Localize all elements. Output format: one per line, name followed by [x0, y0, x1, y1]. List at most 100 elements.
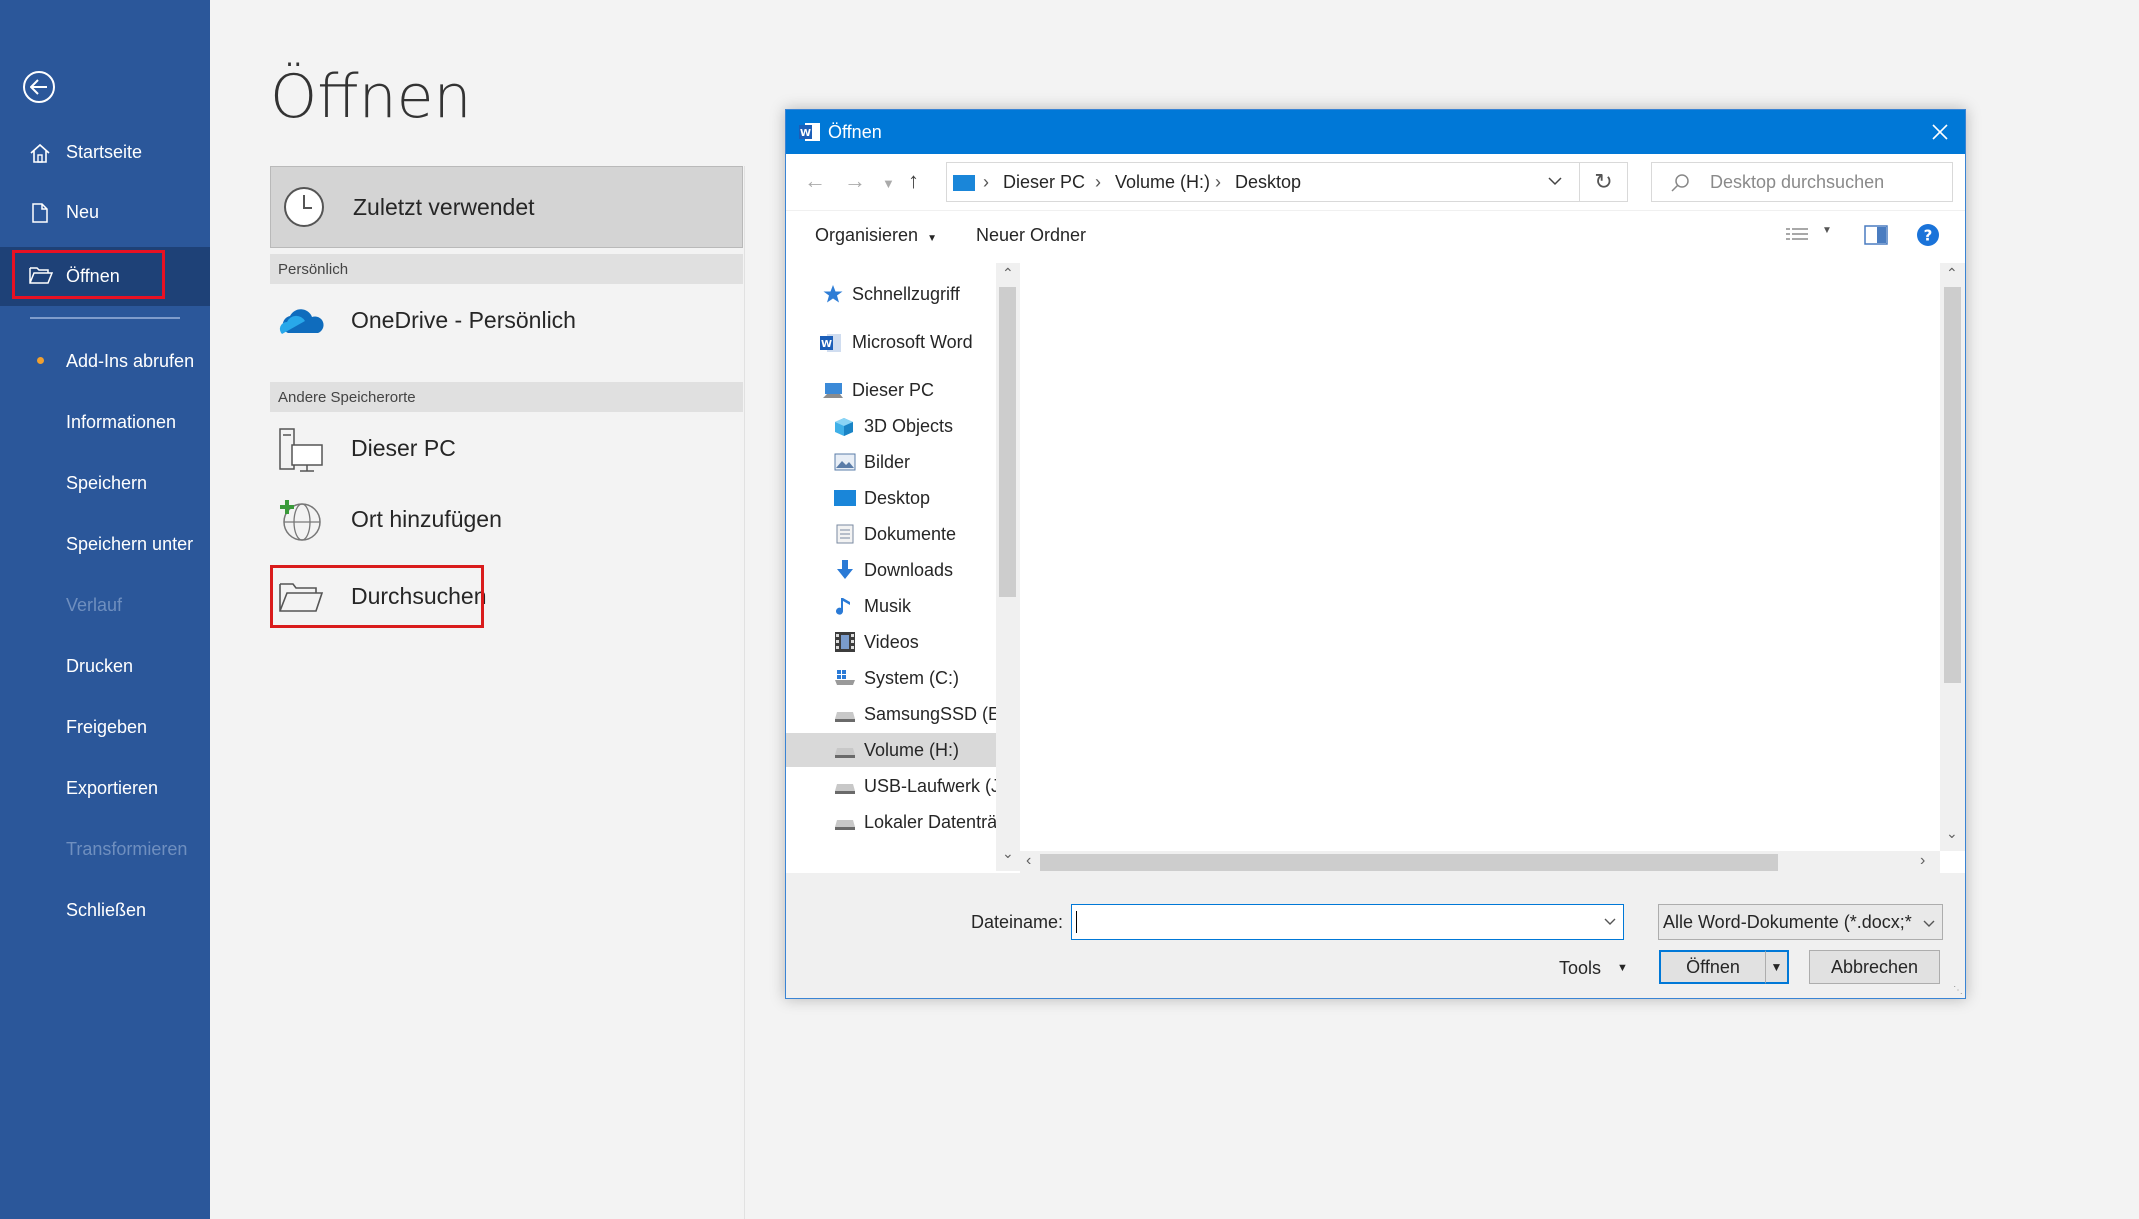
refresh-icon[interactable]: ↻	[1580, 162, 1628, 202]
home-icon	[29, 142, 51, 164]
recent-locations-chevron-icon[interactable]: ▼	[882, 176, 895, 191]
filetype-select[interactable]: Alle Word-Dokumente (*.docx;*	[1658, 904, 1943, 940]
sidebar-item-label: Speichern	[66, 472, 148, 493]
word-icon: W	[820, 333, 841, 352]
tree-item-music[interactable]: Musik	[786, 589, 996, 623]
windows-drive-icon	[834, 669, 855, 687]
sidebar-item-label: Transformieren	[66, 838, 188, 859]
filename-input[interactable]	[1071, 904, 1624, 940]
chevron-down-icon[interactable]	[1603, 915, 1617, 934]
sidebar-item-label: Freigeben	[66, 716, 148, 737]
tree-item-pictures[interactable]: Bilder	[786, 445, 996, 479]
backstage-sidebar: Startseite Neu Öffnen Add-Ins abrufen In…	[0, 0, 210, 1219]
sidebar-item-open[interactable]: Öffnen	[0, 247, 210, 306]
search-input[interactable]: Desktop durchsuchen	[1651, 162, 1953, 202]
scroll-right-icon[interactable]: ›	[1920, 852, 1925, 870]
tree-item-desktop[interactable]: Desktop	[786, 481, 996, 515]
place-browse[interactable]: Durchsuchen	[270, 565, 743, 627]
scroll-left-icon[interactable]: ‹	[1026, 852, 1031, 870]
tree-item-quick-access[interactable]: Schnellzugriff	[786, 277, 996, 311]
tree-item-usb-drive[interactable]: USB-Laufwerk (J:	[786, 769, 996, 803]
tree-scrollbar[interactable]: ⌃ ⌄	[996, 263, 1020, 871]
tree-scroll-thumb[interactable]	[999, 287, 1016, 597]
close-icon[interactable]	[1923, 116, 1957, 148]
filename-label: Dateiname:	[971, 912, 1063, 933]
place-browse-label: Durchsuchen	[351, 582, 487, 609]
star-icon	[823, 285, 843, 303]
sidebar-item-label: Drucken	[66, 655, 134, 676]
file-horizontal-scrollbar[interactable]: ‹ ›	[1020, 851, 1940, 873]
tree-item-documents[interactable]: Dokumente	[786, 517, 996, 551]
sidebar-divider	[30, 317, 180, 319]
preview-pane-icon[interactable]	[1864, 225, 1888, 250]
sidebar-item-close[interactable]: Schließen	[0, 885, 210, 935]
open-file-dialog: W Öffnen ← → ▼ ↑ › Dieser PC › Volume (H…	[785, 109, 1966, 999]
chevron-down-icon[interactable]	[1547, 173, 1563, 194]
tree-item-this-pc[interactable]: Dieser PC	[786, 373, 996, 407]
sidebar-item-home[interactable]: Startseite	[0, 127, 210, 177]
sidebar-item-addins[interactable]: Add-Ins abrufen	[0, 336, 210, 386]
cancel-button[interactable]: Abbrechen	[1809, 950, 1940, 984]
sidebar-item-label: Neu	[66, 201, 100, 222]
tree-item-3d-objects[interactable]: 3D Objects	[786, 409, 996, 443]
sidebar-item-save-as[interactable]: Speichern unter	[0, 519, 210, 569]
notification-dot	[37, 357, 44, 364]
dialog-body: Schnellzugriff W Microsoft Word Dieser P…	[786, 263, 1965, 873]
breadcrumb-separator-icon: ›	[983, 171, 989, 192]
tools-menu-button[interactable]: Tools ▼	[1559, 951, 1628, 985]
place-add-location[interactable]: Ort hinzufügen	[270, 488, 743, 550]
sidebar-item-info[interactable]: Informationen	[0, 397, 210, 447]
sidebar-item-share[interactable]: Freigeben	[0, 702, 210, 752]
tree-item-volume-h[interactable]: Volume (H:)	[786, 733, 996, 767]
sidebar-item-export[interactable]: Exportieren	[0, 763, 210, 813]
tree-item-local-disk[interactable]: Lokaler Datenträ	[786, 805, 996, 839]
tree-item-downloads[interactable]: Downloads	[786, 553, 996, 587]
address-bar[interactable]: › Dieser PC › Volume (H:) › Desktop	[946, 162, 1580, 202]
view-options-icon[interactable]	[1786, 227, 1810, 250]
view-caret-down-icon[interactable]: ▼	[1822, 225, 1832, 236]
tree-item-label: Videos	[864, 631, 919, 652]
place-recent[interactable]: Zuletzt verwendet	[270, 166, 743, 248]
scroll-down-icon[interactable]: ⌄	[1002, 845, 1014, 862]
place-this-pc[interactable]: Dieser PC	[270, 417, 743, 479]
breadcrumb-item[interactable]: Volume (H:)	[1115, 172, 1210, 193]
dialog-footer: Dateiname: Alle Word-Dokumente (*.docx;*…	[786, 873, 1965, 998]
file-list-area[interactable]	[1020, 263, 1940, 851]
new-folder-button[interactable]: Neuer Ordner	[976, 225, 1086, 246]
sidebar-item-save[interactable]: Speichern	[0, 458, 210, 508]
tree-item-microsoft-word[interactable]: W Microsoft Word	[786, 325, 996, 359]
sidebar-item-print[interactable]: Drucken	[0, 641, 210, 691]
tree-item-samsung-ssd[interactable]: SamsungSSD (E:	[786, 697, 996, 731]
place-onedrive[interactable]: OneDrive - Persönlich	[270, 289, 743, 351]
up-arrow-icon[interactable]: ↑	[908, 168, 919, 194]
vertical-scroll-thumb[interactable]	[1944, 287, 1961, 683]
forward-arrow-icon[interactable]: →	[844, 168, 866, 194]
dialog-titlebar: W Öffnen	[786, 110, 1965, 154]
open-options-dropdown[interactable]: ▼	[1765, 950, 1789, 984]
sidebar-item-history: Verlauf	[0, 580, 210, 630]
breadcrumb-item[interactable]: Desktop	[1235, 172, 1301, 193]
sidebar-item-label: Informationen	[66, 411, 177, 432]
scroll-up-icon[interactable]: ⌃	[1002, 265, 1014, 282]
back-arrow-icon[interactable]	[23, 71, 55, 103]
scroll-up-icon[interactable]: ⌃	[1946, 265, 1958, 282]
horizontal-scroll-thumb[interactable]	[1040, 854, 1778, 871]
cube-icon	[834, 417, 854, 436]
organize-menu[interactable]: Organisieren ▼	[815, 225, 937, 246]
sidebar-item-new[interactable]: Neu	[0, 187, 210, 237]
caret-down-icon: ▼	[1617, 962, 1628, 974]
drive-icon	[834, 779, 855, 797]
breadcrumb-item[interactable]: Dieser PC	[1003, 172, 1085, 193]
tree-item-label: Dokumente	[864, 523, 957, 544]
file-vertical-scrollbar[interactable]: ⌃ ⌄	[1940, 263, 1965, 851]
svg-text:W: W	[821, 339, 832, 350]
tree-item-system-c[interactable]: System (C:)	[786, 661, 996, 695]
tree-item-videos[interactable]: Videos	[786, 625, 996, 659]
open-button[interactable]: Öffnen	[1659, 950, 1767, 984]
open-folder-icon	[29, 265, 54, 287]
resize-grip-icon[interactable]: ⋱	[1953, 985, 1963, 996]
back-arrow-icon[interactable]: ←	[804, 168, 826, 194]
scroll-down-icon[interactable]: ⌄	[1946, 825, 1958, 842]
help-icon[interactable]: ?	[1916, 223, 1940, 252]
drive-icon	[834, 815, 855, 833]
